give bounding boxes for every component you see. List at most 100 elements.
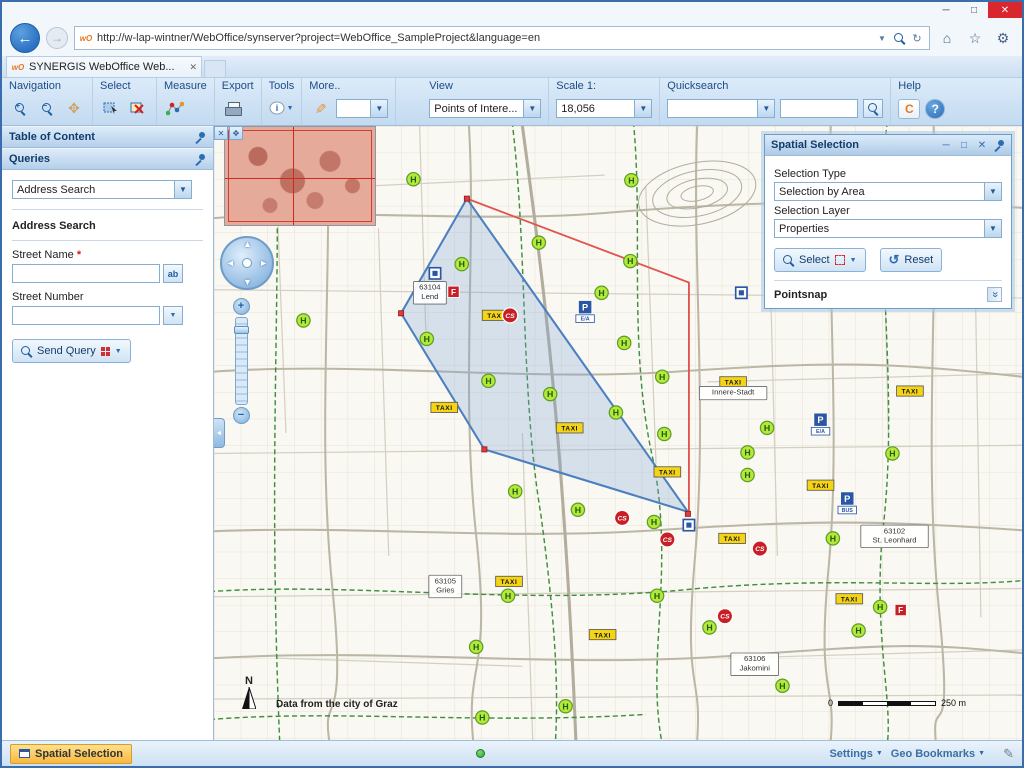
hospital-marker[interactable]: H — [608, 405, 624, 420]
hospital-marker[interactable]: H — [594, 285, 609, 301]
info-marker[interactable] — [734, 286, 748, 300]
hospital-marker[interactable]: H — [500, 588, 516, 603]
settings-menu[interactable]: Settings ▼ — [829, 748, 882, 760]
hospital-marker[interactable]: H — [468, 639, 484, 655]
panel-close-icon[interactable]: ✕ — [976, 140, 988, 151]
new-tab-button[interactable] — [204, 60, 226, 77]
view-dropdown-icon[interactable]: ▼ — [523, 100, 541, 117]
zoom-slider-track[interactable] — [233, 317, 249, 405]
street-number-dropdown[interactable]: ▼ — [163, 306, 183, 325]
fire-marker[interactable]: F — [894, 603, 907, 617]
reset-button[interactable]: ↺ Reset — [879, 248, 943, 272]
url-text[interactable]: http://w-lap-wintner/WebOffice/synserver… — [97, 32, 870, 44]
hospital-marker[interactable]: H — [419, 331, 435, 347]
scale-dropdown-icon[interactable]: ▼ — [634, 100, 652, 117]
zoom-slider-out-button[interactable]: − — [232, 407, 250, 424]
hospital-marker[interactable]: H — [851, 623, 866, 638]
hospital-marker[interactable]: H — [623, 253, 638, 269]
statusbar-spatial-selection-tab[interactable]: Spatial Selection — [10, 743, 133, 764]
hospital-marker[interactable]: H — [654, 369, 670, 384]
print-button[interactable] — [222, 98, 244, 120]
scale-dropdown[interactable]: 18,056 ▼ — [556, 99, 653, 118]
cs-marker[interactable]: CS — [751, 540, 769, 557]
queries-pin-icon[interactable] — [195, 153, 206, 165]
map-container[interactable]: H H H H H H H H H H H H H H H H H H H H H H H H H H H H H H H TAXI TAXI T… — [214, 126, 1022, 740]
send-query-button[interactable]: Send Query ▼ — [12, 339, 131, 363]
taxi-marker[interactable]: TAXI — [495, 575, 523, 587]
maximize-button[interactable]: □ — [960, 2, 988, 18]
more-dropdown[interactable]: ▼ — [336, 99, 389, 118]
hospital-marker[interactable]: H — [775, 678, 790, 694]
pan-button[interactable]: ✥ — [63, 98, 85, 120]
fire-marker[interactable]: F — [447, 285, 460, 298]
info-marker[interactable] — [682, 518, 696, 532]
hospital-marker[interactable]: H — [885, 446, 900, 461]
overview-close-button[interactable]: ✕ — [214, 126, 228, 140]
hospital-marker[interactable]: H — [558, 698, 573, 714]
overview-move-button[interactable]: ✥ — [229, 126, 243, 140]
close-button[interactable]: ✕ — [988, 2, 1022, 18]
query-type-dropdown-icon[interactable]: ▼ — [174, 181, 191, 198]
hospital-marker[interactable]: H — [507, 484, 523, 499]
street-number-input[interactable] — [12, 306, 160, 325]
pan-right-icon[interactable]: ► — [259, 258, 268, 268]
forward-button[interactable]: → — [46, 27, 68, 49]
query-type-dropdown[interactable]: Address Search ▼ — [12, 180, 192, 199]
taxi-marker[interactable]: TAXI — [718, 532, 746, 544]
cs-marker[interactable]: CS — [659, 531, 676, 548]
selection-type-dropdown[interactable]: Selection by Area ▼ — [774, 182, 1002, 201]
help-button[interactable]: ? — [925, 98, 946, 119]
selection-type-dropdown-icon[interactable]: ▼ — [984, 183, 1001, 200]
hospital-marker[interactable]: H — [702, 620, 717, 635]
back-button[interactable]: ← — [10, 23, 40, 53]
favorites-icon[interactable]: ☆ — [964, 30, 986, 47]
view-dropdown[interactable]: Points of Intere... ▼ — [429, 99, 542, 118]
spatial-panel-header[interactable]: Spatial Selection ─ □ ✕ — [765, 135, 1011, 156]
hospital-marker[interactable]: H — [475, 710, 490, 725]
quicksearch-dropdown-icon[interactable]: ▼ — [757, 100, 775, 117]
hospital-marker[interactable]: H — [454, 256, 470, 272]
pan-up-icon[interactable]: ▲ — [243, 239, 252, 249]
panel-minimize-icon[interactable]: ─ — [940, 140, 952, 151]
refresh-icon[interactable]: ↻ — [909, 32, 925, 45]
taxi-marker[interactable]: TAXI — [555, 422, 584, 434]
selection-layer-dropdown[interactable]: Properties ▼ — [774, 219, 1002, 238]
geo-bookmarks-menu[interactable]: Geo Bookmarks ▼ — [891, 748, 985, 760]
pan-center-button[interactable] — [242, 258, 252, 268]
sidebar-collapse-handle[interactable]: ◄ — [214, 418, 225, 448]
clear-selection-button[interactable] — [127, 98, 149, 120]
pan-down-icon[interactable]: ▼ — [243, 277, 252, 287]
window-titlebar[interactable]: ─ □ ✕ — [2, 2, 1022, 20]
alphabet-search-button[interactable]: ab — [163, 264, 183, 283]
toc-pin-icon[interactable] — [195, 131, 206, 143]
hospital-marker[interactable]: H — [740, 467, 755, 483]
zoom-slider-in-button[interactable]: + — [232, 298, 250, 315]
taxi-marker[interactable]: TAXI — [719, 376, 747, 388]
cs-marker[interactable]: CS — [501, 307, 519, 324]
url-dropdown-icon[interactable]: ▼ — [874, 34, 890, 43]
vertex-handle[interactable] — [684, 510, 691, 517]
parking-marker[interactable]: P E/A — [575, 300, 595, 323]
quicksearch-dropdown[interactable]: ▼ — [667, 99, 776, 118]
hospital-marker[interactable]: H — [759, 420, 775, 436]
hospital-marker[interactable]: H — [649, 588, 665, 603]
taxi-marker[interactable]: TAXI — [430, 401, 459, 413]
quicksearch-button[interactable] — [863, 99, 884, 118]
pointsnap-expand-icon[interactable]: » — [987, 287, 1002, 302]
browser-tab[interactable]: wO SYNERGIS WebOffice Web... ✕ — [6, 56, 202, 77]
copyright-button[interactable]: C — [898, 98, 921, 119]
home-icon[interactable]: ⌂ — [936, 30, 958, 46]
pan-compass[interactable]: ▲ ▼ ◄ ► — [220, 236, 274, 290]
search-icon[interactable] — [894, 32, 905, 44]
selection-layer-dropdown-icon[interactable]: ▼ — [984, 220, 1001, 237]
hospital-marker[interactable]: H — [624, 172, 639, 188]
more-dropdown-icon[interactable]: ▼ — [370, 100, 388, 117]
url-box[interactable]: wO http://w-lap-wintner/WebOffice/synser… — [74, 26, 930, 50]
parking-marker[interactable]: P BUS — [837, 491, 857, 515]
street-name-input[interactable] — [12, 264, 160, 283]
queries-panel-header[interactable]: Queries — [2, 148, 213, 170]
toc-panel-header[interactable]: Table of Content — [2, 126, 213, 148]
taxi-marker[interactable]: TAXI — [653, 466, 682, 478]
vertex-handle[interactable] — [481, 446, 488, 453]
pan-left-icon[interactable]: ◄ — [226, 258, 235, 268]
